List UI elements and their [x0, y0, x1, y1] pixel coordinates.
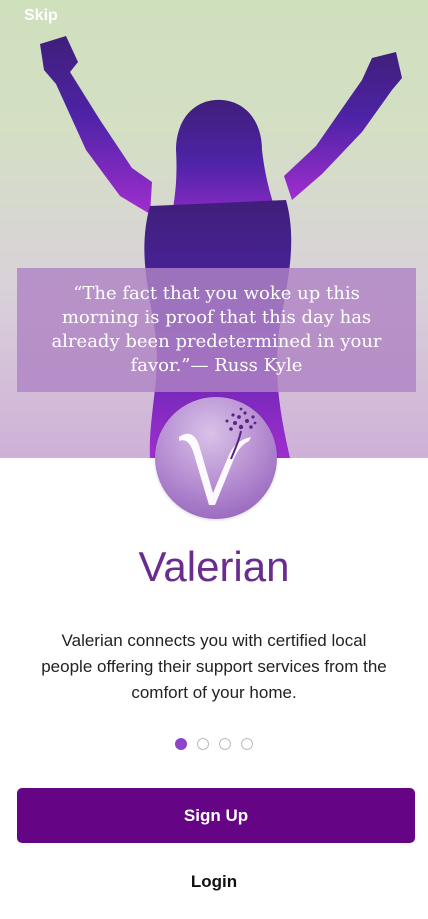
login-link[interactable]: Login — [0, 872, 428, 892]
skip-button[interactable]: Skip — [24, 7, 58, 25]
onboarding-description: Valerian connects you with certified loc… — [41, 631, 387, 702]
page-dot-2[interactable] — [197, 738, 209, 750]
quote-text: “The fact that you woke up this morning … — [51, 283, 382, 376]
quote-banner: “The fact that you woke up this morning … — [17, 268, 416, 392]
page-dot-1[interactable] — [175, 738, 187, 750]
valerian-flower-logo-icon — [155, 397, 277, 519]
page-dot-4[interactable] — [241, 738, 253, 750]
page-indicator — [0, 738, 428, 750]
hero-image: Skip “The fact that you woke up this mor… — [0, 0, 428, 458]
page-dot-3[interactable] — [219, 738, 231, 750]
sign-up-button[interactable]: Sign Up — [17, 788, 415, 843]
app-name: Valerian — [138, 543, 290, 590]
